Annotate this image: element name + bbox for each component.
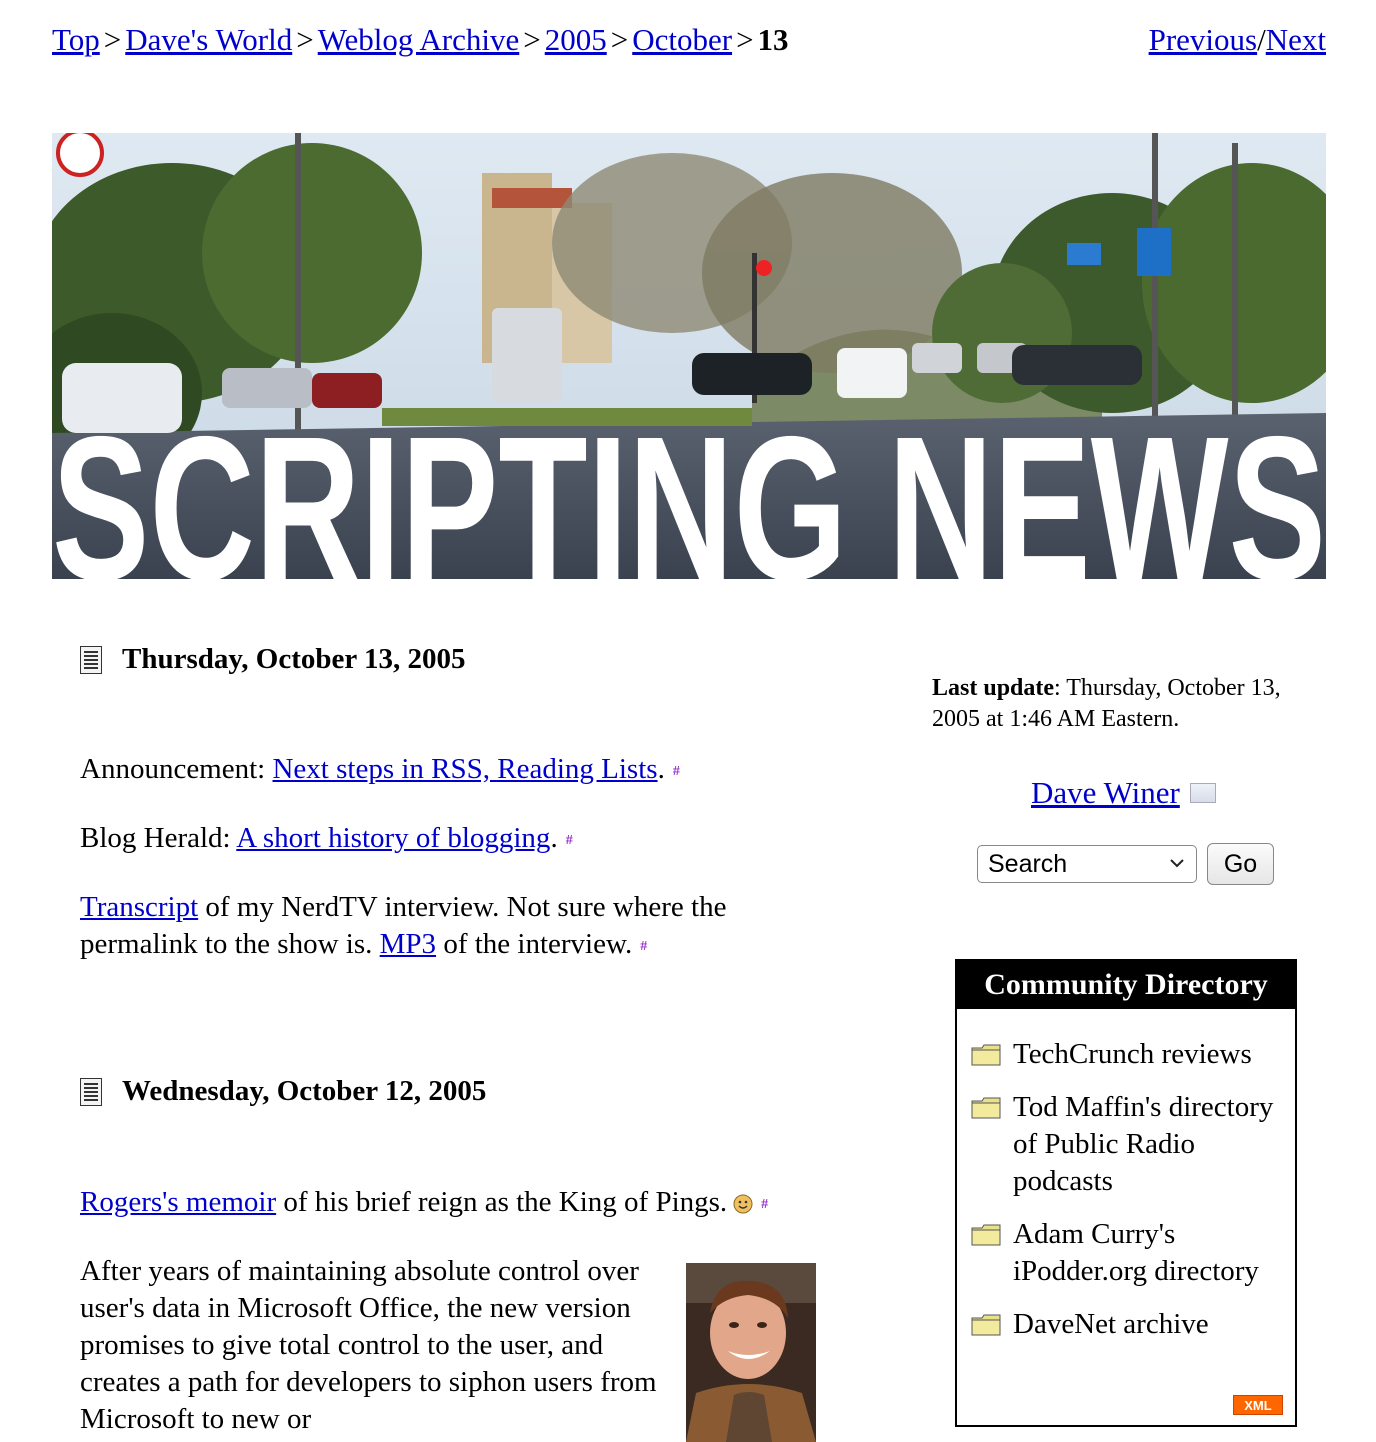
community-directory-title: Community Directory: [957, 961, 1295, 1009]
folder-icon: [971, 1314, 1001, 1336]
day-date: Wednesday, October 12, 2005: [122, 1075, 487, 1107]
breadcrumb-daves-world-link[interactable]: Dave's World: [125, 22, 292, 57]
post-text: .: [657, 753, 665, 785]
folder-icon: [971, 1097, 1001, 1119]
post-link[interactable]: Next steps in RSS, Reading Lists: [272, 753, 657, 785]
breadcrumb-year-link[interactable]: 2005: [545, 22, 607, 57]
breadcrumb-separator: >: [610, 22, 629, 57]
image-icon: [1189, 783, 1216, 803]
search-form: Search Go: [977, 843, 1274, 885]
chevron-down-icon: [1170, 859, 1184, 868]
next-link[interactable]: Next: [1266, 22, 1326, 57]
post-link[interactable]: Rogers's memoir: [80, 1186, 276, 1218]
post-text: Blog Herald:: [80, 822, 237, 854]
post-text: .: [550, 822, 558, 854]
directory-item-label: Adam Curry's iPodder.org directory: [1013, 1218, 1259, 1287]
day-heading: Wednesday, October 12, 2005: [80, 1075, 486, 1108]
breadcrumb-top-link[interactable]: Top: [52, 22, 100, 57]
folder-icon: [971, 1044, 1001, 1066]
directory-item-label: TechCrunch reviews: [1013, 1038, 1252, 1070]
breadcrumb-separator: >: [523, 22, 541, 57]
breadcrumb: Top > Dave's World > Weblog Archive >2005 > Oct…: [52, 20, 789, 60]
permalink-link[interactable]: #: [566, 833, 573, 848]
breadcrumb-separator: >: [103, 22, 122, 57]
document-icon: [80, 1077, 102, 1106]
author-block: Dave Winer: [1031, 773, 1216, 813]
banner-title: SCRIPTING NEWS: [52, 394, 1326, 579]
author-link[interactable]: Dave Winer: [1031, 773, 1180, 813]
post-link[interactable]: A short history of blogging: [236, 822, 550, 854]
transcript-link[interactable]: Transcript: [80, 891, 198, 923]
post-item: Blog Herald: A short history of blogging…: [80, 820, 840, 859]
permalink-link[interactable]: #: [640, 939, 647, 954]
directory-item-label: Tod Maffin's directory of Public Radio p…: [1013, 1091, 1274, 1197]
post-text: Announcement:: [80, 753, 273, 785]
search-select-value: Search: [988, 849, 1068, 878]
smiley-icon: [733, 1194, 753, 1214]
directory-item[interactable]: Tod Maffin's directory of Public Radio p…: [971, 1089, 1289, 1200]
post-item: Announcement: Next steps in RSS, Reading…: [80, 751, 840, 790]
breadcrumb-separator: >: [296, 22, 314, 57]
go-button[interactable]: Go: [1207, 843, 1274, 885]
permalink-link[interactable]: #: [673, 764, 680, 779]
post-text: of his brief reign as the King of Pings.: [276, 1186, 728, 1218]
nav-slash: /: [1257, 22, 1266, 57]
previous-link[interactable]: Previous: [1149, 22, 1258, 57]
xml-feed-badge[interactable]: XML: [1233, 1395, 1283, 1415]
folder-icon: [971, 1224, 1001, 1246]
author-photo: [686, 1263, 816, 1442]
directory-item[interactable]: Adam Curry's iPodder.org directory: [971, 1216, 1289, 1290]
post-text: of the interview.: [436, 928, 633, 960]
directory-item-label: DaveNet archive: [1013, 1308, 1209, 1340]
directory-list: TechCrunch reviews Tod Maffin's director…: [971, 1036, 1289, 1359]
document-icon: [80, 645, 102, 674]
directory-item[interactable]: TechCrunch reviews: [971, 1036, 1289, 1073]
last-update-label: Last update: [932, 675, 1055, 701]
scripting-news-banner: SCRIPTING NEWS: [52, 133, 1326, 579]
post-item: Transcript of my NerdTV interview. Not s…: [80, 889, 810, 965]
day-heading: Thursday, October 13, 2005: [80, 643, 465, 676]
mp3-link[interactable]: MP3: [380, 928, 436, 960]
post-item: After years of maintaining absolute cont…: [80, 1255, 657, 1435]
last-update: Last update: Thursday, October 13, 2005 …: [932, 673, 1332, 735]
breadcrumb-month-link[interactable]: October: [632, 22, 732, 57]
search-select[interactable]: Search: [977, 845, 1197, 883]
breadcrumb-separator: >: [736, 22, 754, 57]
directory-item[interactable]: DaveNet archive: [971, 1306, 1289, 1343]
permalink-link[interactable]: #: [761, 1197, 768, 1212]
breadcrumb-current-day: 13: [757, 22, 789, 57]
prev-next-nav: Previous/Next: [1149, 20, 1326, 60]
community-directory: Community Directory TechCrunch reviews T…: [955, 959, 1297, 1427]
post-item: Rogers's memoir of his brief reign as th…: [80, 1184, 840, 1223]
day-date: Thursday, October 13, 2005: [122, 643, 466, 675]
breadcrumb-weblog-archive-link[interactable]: Weblog Archive: [318, 22, 520, 57]
